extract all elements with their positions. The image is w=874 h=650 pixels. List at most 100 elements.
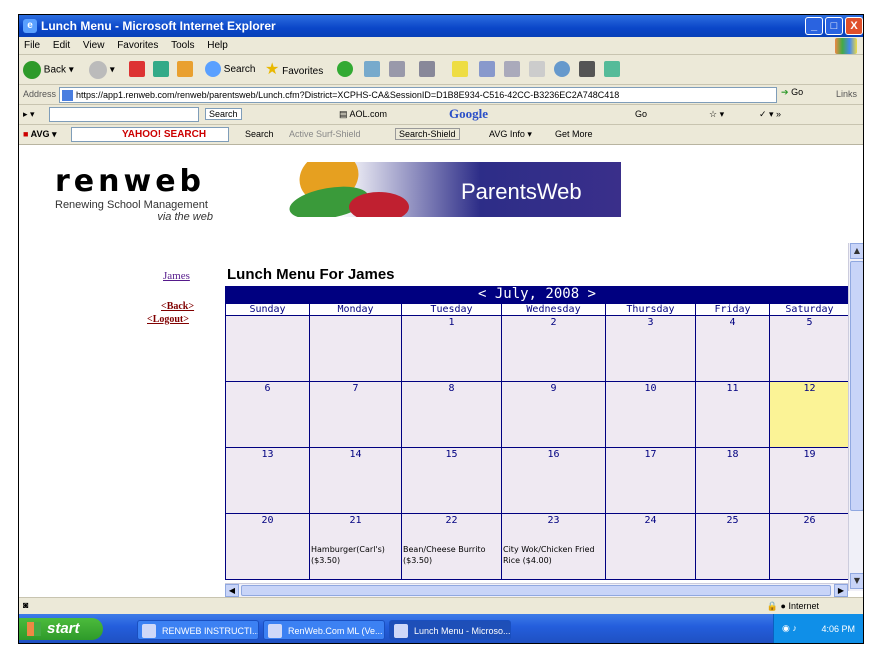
- forward-button[interactable]: ▾: [89, 61, 115, 79]
- day-number: 9: [550, 383, 557, 394]
- day-number: 23: [547, 515, 560, 526]
- day-number: 21: [349, 515, 362, 526]
- google-go-button[interactable]: Go: [635, 109, 647, 119]
- logo-tagline: Renewing School Management: [55, 199, 208, 211]
- horizontal-scrollbar[interactable]: ◀ ▶: [225, 583, 848, 597]
- edit-icon[interactable]: [419, 61, 435, 77]
- maximize-button[interactable]: □: [825, 17, 843, 35]
- task-lunch-menu[interactable]: Lunch Menu - Microso...: [389, 620, 511, 640]
- toolbar-search-input[interactable]: [49, 107, 199, 122]
- day-header: Saturday: [769, 303, 848, 316]
- student-link[interactable]: James: [163, 270, 190, 282]
- avg-info-menu[interactable]: AVG Info ▾: [489, 129, 532, 140]
- task-renweb-instructions[interactable]: RENWEB INSTRUCTI...: [137, 620, 259, 640]
- address-label: Address: [23, 89, 57, 99]
- close-button[interactable]: X: [845, 17, 863, 35]
- toolbar-search-button[interactable]: Search: [205, 108, 242, 120]
- minimize-button[interactable]: _: [805, 17, 823, 35]
- parentsweb-banner: ParentsWeb: [269, 162, 621, 217]
- history-icon[interactable]: [337, 61, 353, 77]
- active-surf-shield[interactable]: Active Surf-Shield: [289, 129, 361, 139]
- people-icon[interactable]: [604, 61, 620, 77]
- start-label: start: [47, 620, 80, 637]
- go-button[interactable]: ➔ Go: [781, 87, 803, 98]
- menu-view[interactable]: View: [78, 37, 110, 54]
- browser-window: e Lunch Menu - Microsoft Internet Explor…: [18, 14, 864, 644]
- favorites-button[interactable]: ★ Favorites: [265, 61, 323, 79]
- start-button[interactable]: start: [19, 618, 103, 640]
- vertical-scrollbar[interactable]: ▲ ▼: [848, 243, 863, 591]
- menu-favorites[interactable]: Favorites: [112, 37, 163, 54]
- scroll-down-icon[interactable]: ▼: [850, 573, 863, 589]
- calendar-day-cell: 24: [605, 513, 696, 580]
- links-menu[interactable]: Links: [836, 89, 857, 99]
- research-icon[interactable]: [529, 61, 545, 77]
- network-icon[interactable]: ◉ ♪: [782, 623, 797, 634]
- calendar-day-cell: 12: [769, 381, 848, 448]
- security-zone: 🔒 ● Internet: [766, 601, 819, 611]
- day-number: 11: [726, 383, 739, 394]
- aim-icon[interactable]: [579, 61, 595, 77]
- day-number: 13: [261, 449, 274, 460]
- scroll-up-icon[interactable]: ▲: [850, 243, 863, 259]
- avg-search-button[interactable]: Search: [245, 129, 274, 139]
- task-renweb-com[interactable]: RenWeb.Com ML (Ve...: [263, 620, 385, 640]
- menu-edit[interactable]: Edit: [48, 37, 75, 54]
- aol-link[interactable]: ▤ AOL.com: [339, 109, 387, 120]
- menu-help[interactable]: Help: [202, 37, 233, 54]
- scroll-left-icon[interactable]: ◀: [225, 584, 239, 597]
- vertical-scroll-thumb[interactable]: [850, 261, 863, 511]
- day-number: 12: [803, 383, 816, 394]
- day-number: 6: [264, 383, 271, 394]
- print-icon[interactable]: [389, 61, 405, 77]
- avg-menu[interactable]: ■ AVG ▾: [23, 129, 56, 140]
- status-bar: ◙ 🔒 ● Internet: [19, 597, 863, 614]
- lunch-menu-item: City Wok/Chicken Fried Rice ($4.00): [503, 545, 595, 565]
- spellcheck-icon[interactable]: ✓ ▾ »: [759, 109, 781, 120]
- yahoo-search-input[interactable]: YAHOO! SEARCH: [71, 127, 229, 142]
- search-button[interactable]: Search: [205, 61, 255, 79]
- go-label: Go: [791, 87, 804, 97]
- taskbar: start RENWEB INSTRUCTI... RenWeb.Com ML …: [19, 614, 863, 643]
- favorites-label: Favorites: [282, 66, 324, 77]
- menu-bar: File Edit View Favorites Tools Help: [19, 37, 863, 55]
- ie-icon: e: [23, 19, 37, 33]
- calendar-day-cell: 4: [695, 315, 770, 382]
- page-icon: [62, 90, 73, 101]
- title-bar[interactable]: e Lunch Menu - Microsoft Internet Explor…: [19, 15, 863, 37]
- mail-icon[interactable]: [479, 61, 495, 77]
- scroll-right-icon[interactable]: ▶: [834, 584, 848, 597]
- day-number: 19: [803, 449, 816, 460]
- media-icon[interactable]: [364, 61, 380, 77]
- chat-icon[interactable]: [554, 61, 570, 77]
- lunch-menu-item: Bean/Cheese Burrito ($3.50): [403, 545, 486, 565]
- get-more-link[interactable]: Get More: [555, 129, 593, 139]
- calendar-day-cell: 14: [309, 447, 402, 514]
- refresh-icon[interactable]: [153, 61, 169, 77]
- calendar-day-cell: 19: [769, 447, 848, 514]
- messenger-icon[interactable]: [504, 61, 520, 77]
- day-header: Thursday: [605, 303, 696, 316]
- address-input[interactable]: https://app1.renweb.com/renweb/parentswe…: [59, 87, 777, 103]
- calendar-day-cell: 21 Hamburger(Carl's) ($3.50): [309, 513, 402, 580]
- day-number: 7: [352, 383, 359, 394]
- toolbar-options-icon[interactable]: ▸ ▾: [23, 109, 35, 120]
- calendar-day-cell: 2: [501, 315, 606, 382]
- calendar-month-nav[interactable]: < July, 2008 >: [225, 286, 848, 303]
- menu-tools[interactable]: Tools: [166, 37, 199, 54]
- star-icon: ★: [265, 61, 280, 78]
- home-icon[interactable]: [177, 61, 193, 77]
- back-button[interactable]: Back ▾: [23, 61, 74, 79]
- calendar-day-cell: 11: [695, 381, 770, 448]
- search-shield-button[interactable]: Search-Shield: [395, 128, 460, 140]
- page-title: Lunch Menu For James: [227, 266, 395, 283]
- horizontal-scroll-thumb[interactable]: [241, 585, 831, 596]
- aol-label: AOL.com: [349, 109, 388, 119]
- logout-link[interactable]: <Logout>: [147, 314, 189, 325]
- stop-icon[interactable]: [129, 61, 145, 77]
- ie-task-icon: [394, 624, 408, 638]
- folder-icon[interactable]: [452, 61, 468, 77]
- bookmark-star-icon[interactable]: ☆ ▾: [709, 109, 724, 120]
- menu-file[interactable]: File: [19, 37, 45, 54]
- back-link[interactable]: <Back>: [161, 301, 194, 312]
